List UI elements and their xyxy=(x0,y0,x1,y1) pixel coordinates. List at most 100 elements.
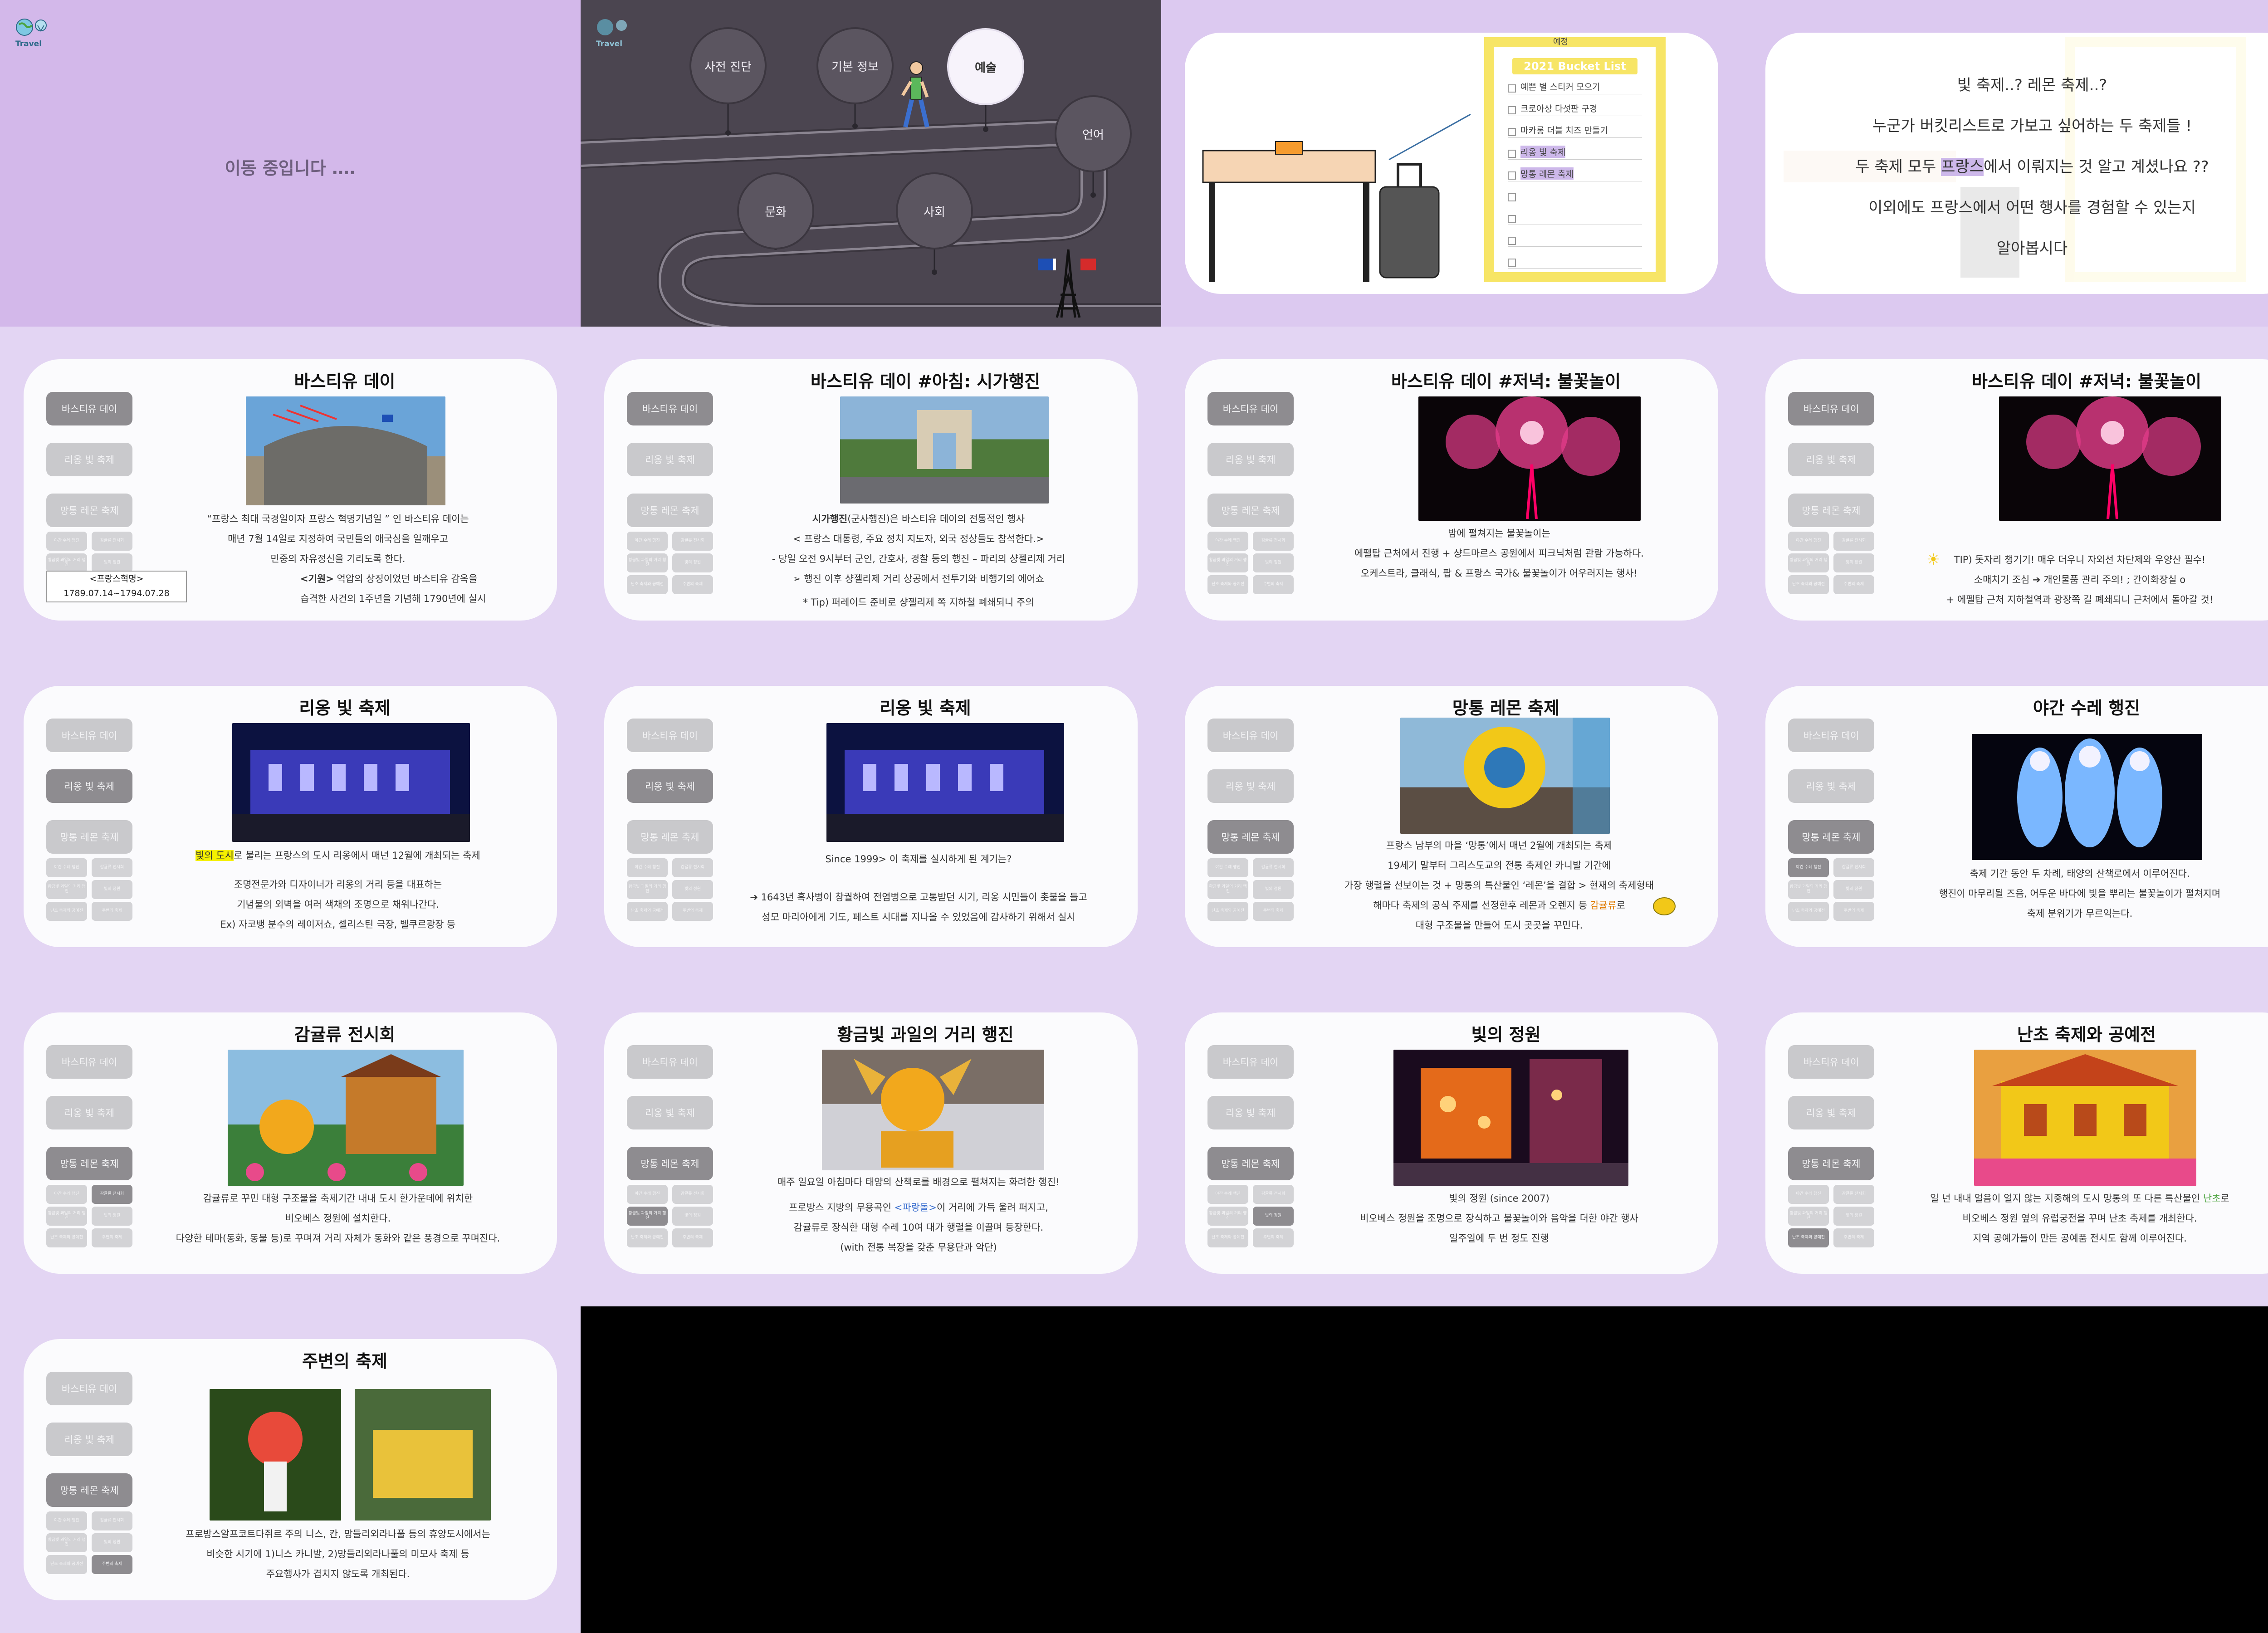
sidebar-sub-button[interactable]: 감귤류 전시회 xyxy=(672,1185,713,1204)
sidebar-sub-button[interactable]: 황금빛 과일의 거리 행진 xyxy=(1788,880,1829,899)
sidebar-sub-button[interactable]: 빛의 정원 xyxy=(1833,880,1874,899)
sidebar-button[interactable]: 바스티유 데이 xyxy=(1788,719,1874,752)
sidebar-button[interactable]: 망통 레몬 축제 xyxy=(46,494,132,527)
sidebar-button[interactable]: 망통 레몬 축제 xyxy=(46,1147,132,1180)
sidebar-sub-button[interactable]: 감귤류 전시회 xyxy=(92,858,132,877)
sidebar-button[interactable]: 리옹 빛 축제 xyxy=(46,1423,132,1456)
sidebar-sub-button[interactable]: 감귤류 전시회 xyxy=(672,858,713,877)
sidebar-button[interactable]: 망통 레몬 축제 xyxy=(1207,820,1294,854)
sidebar-sub-button[interactable]: 난초 축제와 공예전 xyxy=(1207,1228,1248,1247)
sidebar-sub-button[interactable]: 빛의 정원 xyxy=(92,1207,132,1226)
map-node-diagnosis[interactable]: 사전 진단 xyxy=(689,27,767,104)
map-node-basic-info[interactable]: 기본 정보 xyxy=(816,27,894,104)
sidebar-sub-button[interactable]: 황금빛 과일의 거리 행진 xyxy=(1207,880,1248,899)
sidebar-sub-button[interactable]: 감귤류 전시회 xyxy=(1833,1185,1874,1204)
sidebar-sub-button[interactable]: 황금빛 과일의 거리 행진 xyxy=(627,880,668,899)
sidebar-button[interactable]: 망통 레몬 축제 xyxy=(627,1147,713,1180)
sidebar-sub-button[interactable]: 빛의 정원 xyxy=(92,1533,132,1552)
sidebar-button[interactable]: 망통 레몬 축제 xyxy=(1207,494,1294,527)
sidebar-button[interactable]: 망통 레몬 축제 xyxy=(1788,820,1874,854)
sidebar-sub-button[interactable]: 야간 수레 행진 xyxy=(1207,1185,1248,1204)
sidebar-button[interactable]: 리옹 빛 축제 xyxy=(1207,1096,1294,1129)
sidebar-button[interactable]: 바스티유 데이 xyxy=(1788,392,1874,425)
sidebar-sub-button[interactable]: 빛의 정원 xyxy=(1253,1207,1294,1226)
sidebar-sub-button[interactable]: 난초 축제와 공예전 xyxy=(1788,902,1829,921)
sidebar-sub-button[interactable]: 빛의 정원 xyxy=(672,880,713,899)
sidebar-button[interactable]: 리옹 빛 축제 xyxy=(1207,443,1294,476)
sidebar-sub-button[interactable]: 황금빛 과일의 거리 행진 xyxy=(46,1207,87,1226)
sidebar-button[interactable]: 리옹 빛 축제 xyxy=(1788,443,1874,476)
sidebar-button[interactable]: 바스티유 데이 xyxy=(46,392,132,425)
sidebar-button[interactable]: 바스티유 데이 xyxy=(46,719,132,752)
sidebar-sub-button[interactable]: 난초 축제와 공예전 xyxy=(1788,575,1829,594)
sidebar-sub-button[interactable]: 감귤류 전시회 xyxy=(1253,532,1294,551)
sidebar-sub-button[interactable]: 난초 축제와 공예전 xyxy=(1207,902,1248,921)
sidebar-sub-button[interactable]: 빛의 정원 xyxy=(1253,880,1294,899)
sidebar-sub-button[interactable]: 난초 축제와 공예전 xyxy=(627,575,668,594)
sidebar-sub-button[interactable]: 황금빛 과일의 거리 행진 xyxy=(1207,1207,1248,1226)
sidebar-sub-button[interactable]: 감귤류 전시회 xyxy=(1833,858,1874,877)
sidebar-sub-button[interactable]: 감귤류 전시회 xyxy=(92,532,132,551)
sidebar-button[interactable]: 리옹 빛 축제 xyxy=(46,769,132,803)
sidebar-button[interactable]: 리옹 빛 축제 xyxy=(627,769,713,803)
sidebar-button[interactable]: 리옹 빛 축제 xyxy=(46,1096,132,1129)
sidebar-sub-button[interactable]: 감귤류 전시회 xyxy=(1253,1185,1294,1204)
sidebar-sub-button[interactable]: 감귤류 전시회 xyxy=(92,1511,132,1530)
sidebar-button[interactable]: 리옹 빛 축제 xyxy=(1788,769,1874,803)
sidebar-button[interactable]: 리옹 빛 축제 xyxy=(1207,769,1294,803)
sidebar-sub-button[interactable]: 야간 수레 행진 xyxy=(627,1185,668,1204)
sidebar-sub-button[interactable]: 야간 수레 행진 xyxy=(46,1511,87,1530)
sidebar-button[interactable]: 바스티유 데이 xyxy=(1207,392,1294,425)
sidebar-sub-button[interactable]: 야간 수레 행진 xyxy=(627,858,668,877)
sidebar-sub-button[interactable]: 빛의 정원 xyxy=(1833,1207,1874,1226)
sidebar-sub-button[interactable]: 황금빛 과일의 거리 행진 xyxy=(1207,553,1248,572)
sidebar-button[interactable]: 바스티유 데이 xyxy=(46,1372,132,1405)
sidebar-sub-button[interactable]: 주변의 축제 xyxy=(92,902,132,921)
sidebar-sub-button[interactable]: 주변의 축제 xyxy=(1833,575,1874,594)
sidebar-sub-button[interactable]: 야간 수레 행진 xyxy=(1788,1185,1829,1204)
sidebar-sub-button[interactable]: 황금빛 과일의 거리 행진 xyxy=(627,553,668,572)
sidebar-sub-button[interactable]: 야간 수레 행진 xyxy=(1207,858,1248,877)
sidebar-button[interactable]: 바스티유 데이 xyxy=(1207,719,1294,752)
sidebar-sub-button[interactable]: 주변의 축제 xyxy=(1253,902,1294,921)
sidebar-sub-button[interactable]: 야간 수레 행진 xyxy=(627,532,668,551)
sidebar-sub-button[interactable]: 감귤류 전시회 xyxy=(92,1185,132,1204)
sidebar-button[interactable]: 바스티유 데이 xyxy=(627,719,713,752)
sidebar-sub-button[interactable]: 주변의 축제 xyxy=(92,1228,132,1247)
sidebar-sub-button[interactable]: 난초 축제와 공예전 xyxy=(1207,575,1248,594)
sidebar-sub-button[interactable]: 황금빛 과일의 거리 행진 xyxy=(46,880,87,899)
sidebar-sub-button[interactable]: 주변의 축제 xyxy=(92,1555,132,1574)
sidebar-sub-button[interactable]: 빛의 정원 xyxy=(1253,553,1294,572)
sidebar-sub-button[interactable]: 야간 수레 행진 xyxy=(1788,532,1829,551)
map-node-culture[interactable]: 문화 xyxy=(737,172,814,249)
map-node-language[interactable]: 언어 xyxy=(1055,95,1132,172)
sidebar-sub-button[interactable]: 난초 축제와 공예전 xyxy=(46,1555,87,1574)
sidebar-button[interactable]: 리옹 빛 축제 xyxy=(627,1096,713,1129)
sidebar-sub-button[interactable]: 빛의 정원 xyxy=(672,553,713,572)
sidebar-sub-button[interactable]: 야간 수레 행진 xyxy=(1207,532,1248,551)
sidebar-sub-button[interactable]: 주변의 축제 xyxy=(1833,902,1874,921)
sidebar-sub-button[interactable]: 빛의 정원 xyxy=(1833,553,1874,572)
sidebar-sub-button[interactable]: 난초 축제와 공예전 xyxy=(46,1228,87,1247)
sidebar-button[interactable]: 망통 레몬 축제 xyxy=(46,820,132,854)
sidebar-sub-button[interactable]: 주변의 축제 xyxy=(672,902,713,921)
sidebar-sub-button[interactable]: 야간 수레 행진 xyxy=(46,858,87,877)
sidebar-sub-button[interactable]: 황금빛 과일의 거리 행진 xyxy=(1788,1207,1829,1226)
sidebar-sub-button[interactable]: 감귤류 전시회 xyxy=(1253,858,1294,877)
sidebar-button[interactable]: 바스티유 데이 xyxy=(1207,1045,1294,1079)
sidebar-sub-button[interactable]: 야간 수레 행진 xyxy=(1788,858,1829,877)
sidebar-button[interactable]: 망통 레몬 축제 xyxy=(1788,1147,1874,1180)
sidebar-button[interactable]: 망통 레몬 축제 xyxy=(1207,1147,1294,1180)
sidebar-sub-button[interactable]: 난초 축제와 공예전 xyxy=(627,902,668,921)
sidebar-sub-button[interactable]: 감귤류 전시회 xyxy=(672,532,713,551)
sidebar-sub-button[interactable]: 황금빛 과일의 거리 행진 xyxy=(1788,553,1829,572)
sidebar-sub-button[interactable]: 빛의 정원 xyxy=(92,553,132,572)
sidebar-sub-button[interactable]: 야간 수레 행진 xyxy=(46,1185,87,1204)
sidebar-button[interactable]: 리옹 빛 축제 xyxy=(1788,1096,1874,1129)
sidebar-button[interactable]: 망통 레몬 축제 xyxy=(627,494,713,527)
sidebar-sub-button[interactable]: 난초 축제와 공예전 xyxy=(1788,1228,1829,1247)
sidebar-button[interactable]: 바스티유 데이 xyxy=(627,392,713,425)
sidebar-sub-button[interactable]: 황금빛 과일의 거리 행진 xyxy=(46,553,87,572)
sidebar-button[interactable]: 망통 레몬 축제 xyxy=(46,1473,132,1507)
sidebar-sub-button[interactable]: 주변의 축제 xyxy=(1833,1228,1874,1247)
